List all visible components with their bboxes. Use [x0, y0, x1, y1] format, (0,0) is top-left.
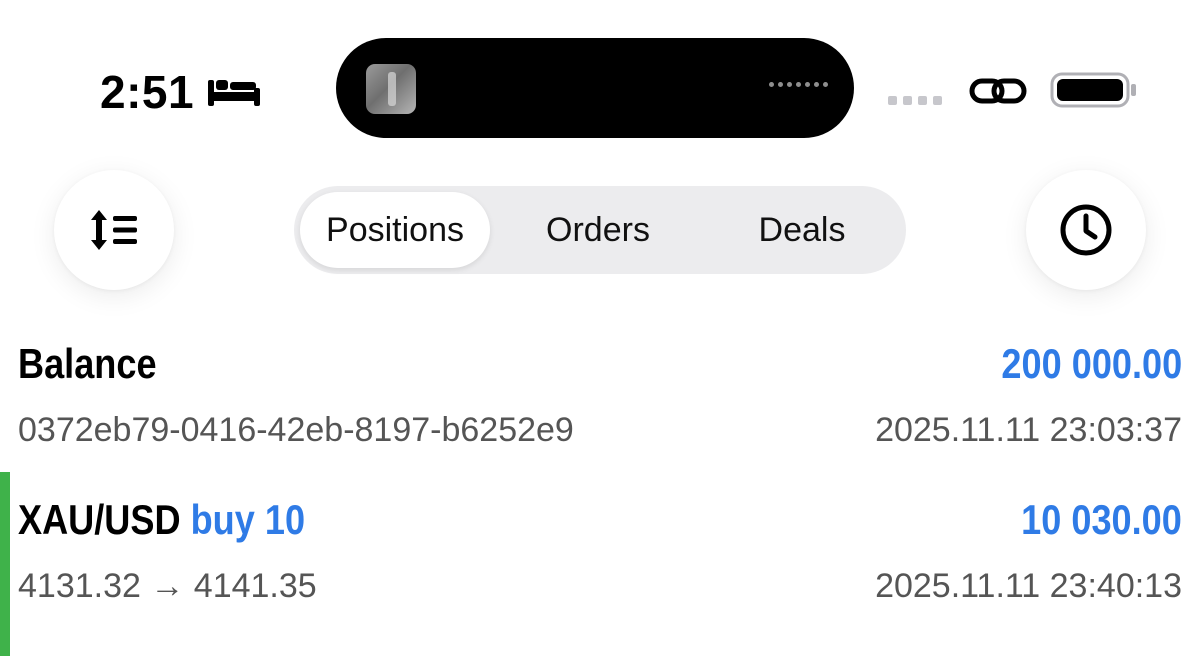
cellular-signal-icon [888, 96, 942, 105]
position-prices: 4131.32 → 4141.35 [18, 567, 317, 605]
trade-screen: 2:51 Positions Orders Deals Balance 200 … [0, 0, 1200, 656]
balance-title: Balance [18, 340, 157, 387]
profit-indicator-bar [0, 472, 10, 652]
battery-icon [1050, 72, 1136, 108]
island-activity-dots [769, 82, 828, 87]
history-button[interactable] [1026, 170, 1146, 290]
profit-indicator-bar [0, 630, 10, 656]
tab-positions[interactable]: Positions [300, 192, 490, 268]
tab-switcher: Positions Orders Deals [294, 186, 906, 274]
tab-deals[interactable]: Deals [702, 192, 902, 268]
balance-id: 0372eb79-0416-42eb-8197-b6252e9 [18, 411, 574, 449]
balance-amount: 200 000.00 [1001, 340, 1182, 387]
link-icon [969, 78, 1027, 104]
clock-icon [1060, 204, 1112, 256]
list-item-balance[interactable]: Balance 200 000.00 0372eb79-0416-42eb-81… [0, 330, 1200, 480]
tab-orders[interactable]: Orders [498, 192, 698, 268]
position-direction: buy 10 [190, 496, 306, 543]
balance-timestamp: 2025.11.11 23:03:37 [875, 411, 1182, 449]
position-title: XAU/USD buy 10 [18, 494, 305, 546]
list-item-next[interactable] [0, 630, 1200, 656]
sort-lines-icon [91, 210, 137, 250]
bed-icon [208, 80, 260, 106]
status-time: 2:51 [100, 66, 195, 118]
position-amount: 10 030.00 [1021, 496, 1182, 543]
list-item-position[interactable]: XAU/USD buy 10 10 030.00 4131.32 → 4141.… [0, 472, 1200, 652]
now-playing-artwork [366, 64, 416, 114]
position-symbol: XAU/USD [18, 496, 181, 543]
position-timestamp: 2025.11.11 23:40:13 [875, 567, 1182, 605]
dynamic-island[interactable] [336, 38, 854, 138]
sort-button[interactable] [54, 170, 174, 290]
